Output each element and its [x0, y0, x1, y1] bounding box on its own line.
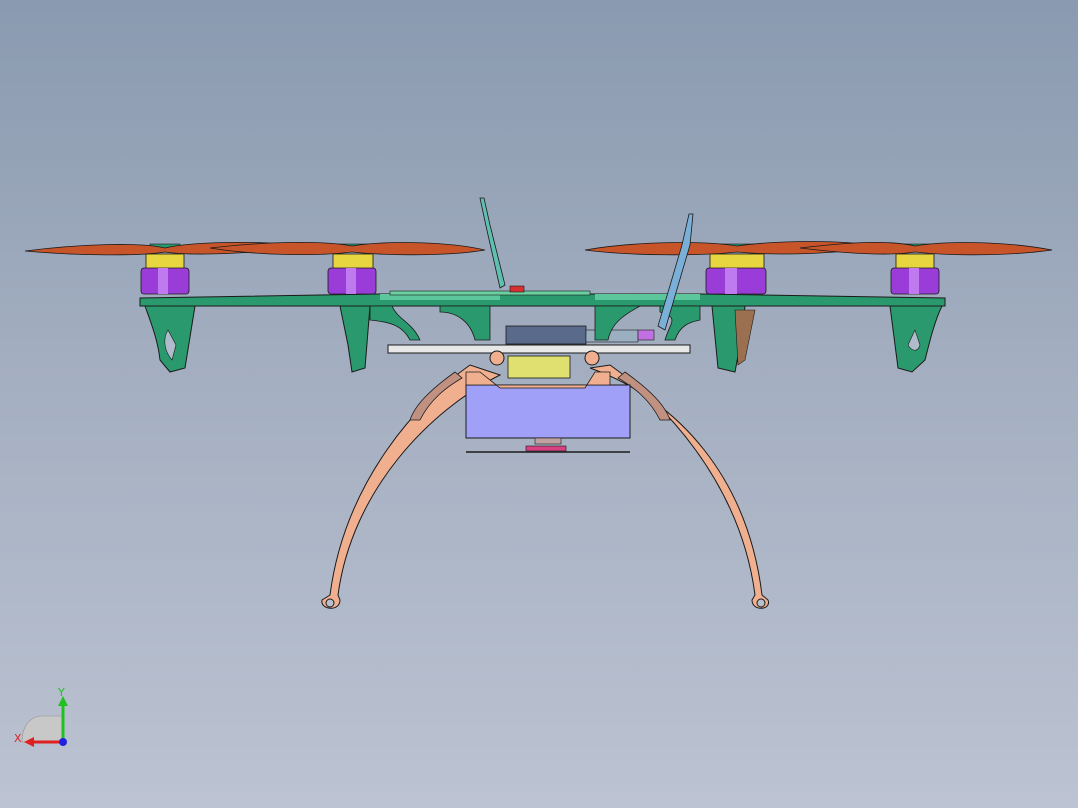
- quadcopter-model[interactable]: [0, 0, 1078, 808]
- orientation-triad[interactable]: Y X: [8, 684, 78, 754]
- y-axis-label: Y: [57, 686, 65, 699]
- view-plane-icon: [21, 715, 64, 743]
- z-axis-dot: [59, 738, 67, 746]
- propellers[interactable]: [24, 241, 1053, 256]
- graphics-viewport[interactable]: Y X: [0, 0, 1078, 808]
- x-axis-label: X: [14, 732, 22, 745]
